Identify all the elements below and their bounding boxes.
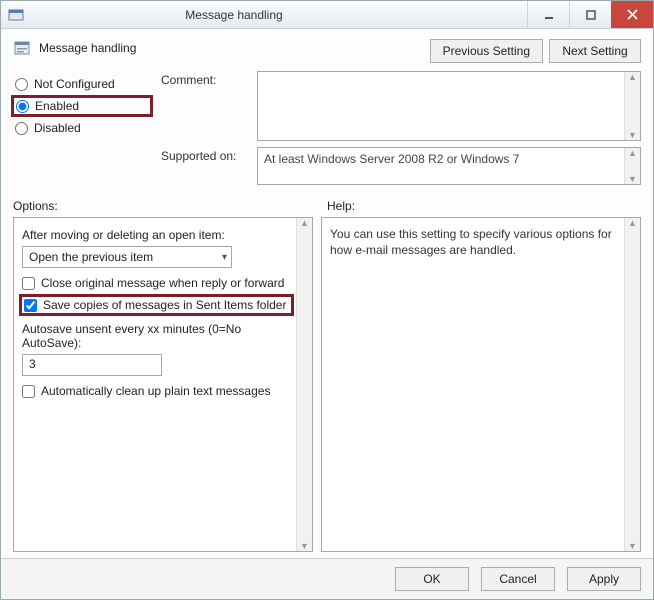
close-button[interactable] <box>611 1 653 28</box>
minimize-button[interactable] <box>527 1 569 28</box>
supported-on-text: At least Windows Server 2008 R2 or Windo… <box>264 152 519 166</box>
dialog-footer: OK Cancel Apply <box>1 558 653 599</box>
help-text: You can use this setting to specify vari… <box>330 226 622 258</box>
dialog-body: Message handling Previous Setting Next S… <box>1 29 653 558</box>
checkbox-label: Close original message when reply or for… <box>41 276 284 290</box>
maximize-button[interactable] <box>569 1 611 28</box>
previous-setting-button[interactable]: Previous Setting <box>430 39 543 63</box>
supported-label: Supported on: <box>161 147 251 163</box>
radio-disabled[interactable]: Disabled <box>13 121 153 135</box>
help-panel: You can use this setting to specify vari… <box>321 217 641 552</box>
policy-icon <box>13 39 33 59</box>
autosave-input[interactable]: 3 <box>22 354 162 376</box>
state-radios: Not Configured Enabled Disabled <box>13 71 153 185</box>
dialog-window: Message handling Message h <box>0 0 654 600</box>
options-panel: After moving or deleting an open item: O… <box>13 217 313 552</box>
comment-label: Comment: <box>161 71 251 87</box>
scrollbar[interactable]: ▲▼ <box>624 218 640 551</box>
radio-label: Enabled <box>35 99 79 113</box>
ok-button[interactable]: OK <box>395 567 469 591</box>
radio-label: Not Configured <box>34 77 115 91</box>
window-controls <box>527 1 653 28</box>
apply-button[interactable]: Apply <box>567 567 641 591</box>
supported-on-box: At least Windows Server 2008 R2 or Windo… <box>257 147 641 185</box>
page-title: Message handling <box>39 39 136 55</box>
autosave-value: 3 <box>29 357 36 371</box>
after-moving-label: After moving or deleting an open item: <box>22 228 294 242</box>
app-icon <box>7 6 25 24</box>
autosave-label: Autosave unsent every xx minutes (0=No A… <box>22 322 294 350</box>
after-moving-dropdown[interactable]: Open the previous item ▾ <box>22 246 232 268</box>
titlebar[interactable]: Message handling <box>1 1 653 29</box>
radio-not-configured[interactable]: Not Configured <box>13 77 153 91</box>
close-original-checkbox[interactable]: Close original message when reply or for… <box>22 276 294 290</box>
help-heading: Help: <box>323 199 641 213</box>
checkbox-label: Save copies of messages in Sent Items fo… <box>43 298 286 312</box>
save-sent-items-checkbox[interactable]: Save copies of messages in Sent Items fo… <box>19 294 294 316</box>
dropdown-value: Open the previous item <box>29 250 153 264</box>
checkbox-label: Automatically clean up plain text messag… <box>41 384 270 398</box>
radio-enabled[interactable]: Enabled <box>11 95 153 117</box>
radio-label: Disabled <box>34 121 81 135</box>
scrollbar[interactable]: ▲▼ <box>624 72 640 140</box>
next-setting-button[interactable]: Next Setting <box>549 39 641 63</box>
cancel-button[interactable]: Cancel <box>481 567 555 591</box>
scrollbar[interactable]: ▲▼ <box>624 148 640 184</box>
chevron-down-icon: ▾ <box>222 252 227 263</box>
window-title: Message handling <box>31 8 527 22</box>
comment-textarea[interactable]: ▲▼ <box>257 71 641 141</box>
auto-clean-checkbox[interactable]: Automatically clean up plain text messag… <box>22 384 294 398</box>
scrollbar[interactable]: ▲▼ <box>296 218 312 551</box>
options-heading: Options: <box>13 199 323 213</box>
